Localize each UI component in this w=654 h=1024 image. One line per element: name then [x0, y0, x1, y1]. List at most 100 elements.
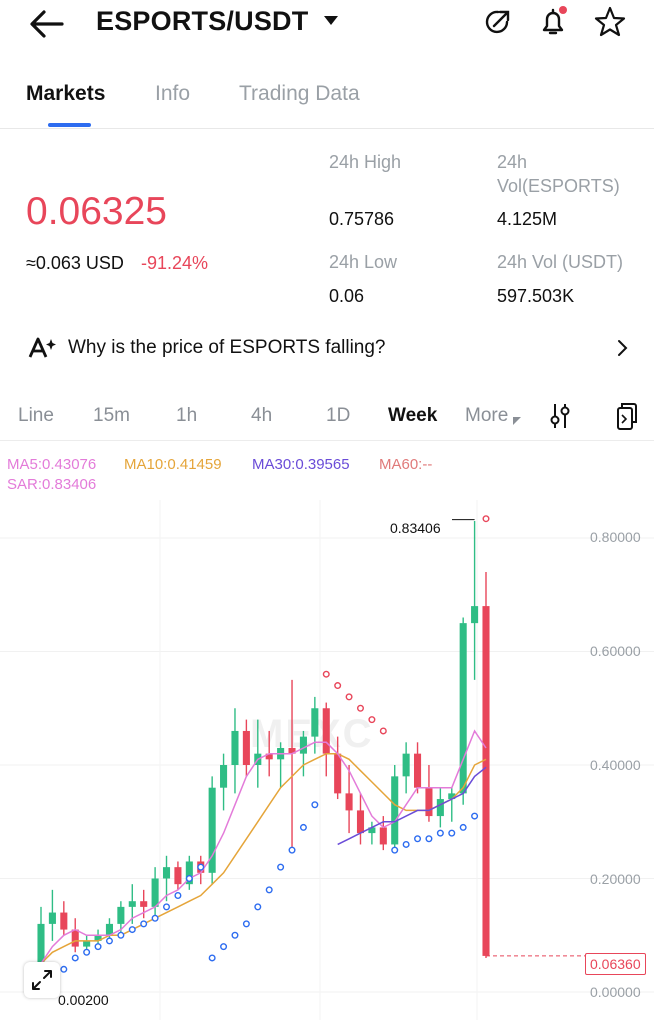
- expand-icon: [32, 970, 52, 990]
- sar-dot: [94, 943, 102, 951]
- sar-dot: [345, 693, 353, 701]
- pair-title[interactable]: ESPORTS/USDT: [96, 6, 308, 37]
- last-price: 0.06325: [26, 190, 167, 233]
- sar-dot: [402, 840, 410, 848]
- sar-dot: [242, 920, 250, 928]
- interval-15m[interactable]: 15m: [93, 405, 130, 427]
- interval-week[interactable]: Week: [388, 405, 437, 427]
- y-tick-label: 0.60000: [590, 643, 641, 659]
- high-price-marker: 0.83406: [390, 520, 441, 536]
- candle-body: [379, 827, 387, 845]
- chart-tabs-divider: [0, 440, 654, 441]
- candle-body: [242, 730, 250, 765]
- price-change-percent: -91.24%: [141, 253, 209, 273]
- low-label: 24h Low: [329, 252, 398, 272]
- legend-ma30: MA30:0.39565: [252, 456, 350, 473]
- sar-dot: [288, 846, 296, 854]
- sar-dot: [208, 954, 216, 962]
- sar-dot: [391, 846, 399, 854]
- high-value: 0.75786: [329, 209, 395, 229]
- current-price-label: 0.06360: [585, 953, 646, 975]
- y-tick-label: 0.40000: [590, 757, 641, 773]
- candle-body: [83, 940, 91, 947]
- sar-dot: [459, 823, 467, 831]
- interval-more[interactable]: More: [465, 405, 508, 427]
- sar-dot: [322, 670, 330, 678]
- sar-dot: [140, 920, 148, 928]
- top-bar: ESPORTS/USDT: [0, 0, 654, 50]
- tabs-divider: [0, 128, 654, 129]
- share-icon[interactable]: [480, 4, 516, 40]
- tab-info[interactable]: Info: [155, 82, 190, 106]
- sar-dot: [220, 943, 228, 951]
- candle-body: [391, 776, 399, 845]
- sar-dot: [105, 937, 113, 945]
- sar-dot: [379, 727, 387, 735]
- back-arrow-icon[interactable]: [28, 6, 68, 42]
- interval-4h[interactable]: 4h: [251, 405, 272, 427]
- indicator-settings-icon[interactable]: [547, 402, 573, 430]
- vol-usdt-label: 24h Vol (USDT): [497, 252, 624, 272]
- high-label: 24h High: [329, 152, 402, 172]
- candle-body: [356, 810, 365, 834]
- candle-body: [459, 623, 467, 794]
- interval-line[interactable]: Line: [18, 405, 54, 427]
- candle-body: [482, 606, 490, 956]
- tab-trading-data[interactable]: Trading Data: [239, 82, 360, 106]
- low-value: 0.06: [329, 286, 365, 306]
- sar-dot: [265, 886, 273, 894]
- why-price-falling-text[interactable]: Why is the price of ESPORTS falling?: [68, 337, 386, 359]
- candle-body: [128, 901, 136, 907]
- sar-dot: [254, 903, 262, 911]
- candle-body: [299, 736, 307, 754]
- candlestick-chart[interactable]: [0, 500, 654, 1020]
- vol-usdt-value: 597.503K: [497, 286, 575, 306]
- y-tick-label: 0.20000: [590, 871, 641, 887]
- vol-esports-label-line1: 24h: [497, 152, 528, 172]
- legend-ma60: MA60:--: [379, 456, 433, 473]
- sar-dot: [471, 812, 479, 820]
- active-tab-indicator: [48, 123, 91, 127]
- sar-dot: [356, 704, 364, 712]
- sar-dot: [299, 823, 307, 831]
- fullscreen-button[interactable]: [24, 962, 60, 998]
- sar-dot: [425, 835, 433, 843]
- interval-1d[interactable]: 1D: [326, 405, 350, 427]
- vol-esports-label-line2: Vol(ESPORTS): [497, 176, 620, 196]
- sar-dot: [436, 829, 444, 837]
- sar-dot: [197, 863, 205, 871]
- low-price-marker: 0.00200: [58, 992, 109, 1008]
- usd-equivalent: ≈0.063 USD: [26, 253, 124, 273]
- candle-body: [48, 912, 56, 924]
- sar-dot: [368, 716, 376, 724]
- sar-dot: [163, 903, 171, 911]
- favorite-star-icon[interactable]: [592, 4, 628, 40]
- sar-dot: [117, 931, 125, 939]
- interval-1h[interactable]: 1h: [176, 405, 197, 427]
- ai-insight-icon: [28, 337, 56, 358]
- candle-body: [334, 753, 342, 794]
- pair-dropdown-icon[interactable]: [324, 16, 338, 25]
- y-tick-label: 0.00000: [590, 984, 641, 1000]
- sar-dot: [277, 863, 285, 871]
- chevron-right-icon[interactable]: [612, 338, 632, 358]
- notification-bell-icon[interactable]: [535, 4, 571, 40]
- candle-body: [117, 906, 125, 924]
- candle-body: [322, 708, 330, 754]
- candle-body: [162, 867, 171, 879]
- y-tick-label: 0.80000: [590, 529, 641, 545]
- sar-dot: [60, 965, 68, 973]
- vol-esports-value: 4.125M: [497, 209, 558, 229]
- candle-body: [471, 606, 479, 624]
- candle-body: [140, 901, 148, 907]
- legend-sar: SAR:0.83406: [7, 476, 97, 493]
- candle-body: [436, 799, 444, 817]
- tab-markets[interactable]: Markets: [26, 82, 105, 106]
- candle-body: [425, 787, 433, 817]
- candle-body: [71, 929, 79, 947]
- candle-body: [311, 708, 319, 737]
- sar-dot: [185, 875, 193, 883]
- candle-body: [220, 765, 228, 788]
- copy-layout-icon[interactable]: [612, 400, 640, 432]
- candle-body: [402, 753, 410, 777]
